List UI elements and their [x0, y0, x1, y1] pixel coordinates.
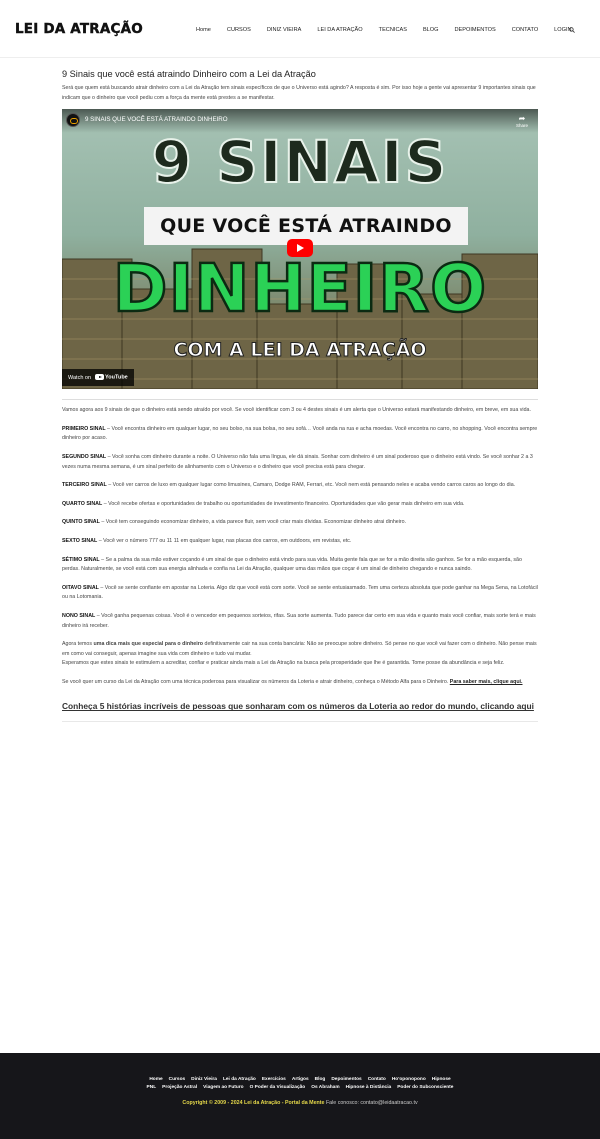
signal-text: – Você sonha com dinheiro durante a noit… — [62, 453, 533, 470]
signal-paragraph: SÉTIMO SINAL – Se a palma da sua mão est… — [62, 556, 538, 575]
lottery-stories-link[interactable]: Conheça 5 histórias incríveis de pessoas… — [62, 701, 538, 711]
thumb-line-4: COM A LEI DA ATRAÇÃO — [173, 339, 427, 362]
watch-on-youtube-button[interactable]: Watch on YouTube — [62, 369, 134, 387]
signal-label: PRIMEIRO SINAL — [62, 425, 106, 432]
course-paragraph: Se você quer um curso da Lei da Atração … — [62, 678, 538, 688]
signal-text: – Você se sente confiante em apostar na … — [62, 584, 538, 601]
footer-links-row-2: PNL Projeção Astral Viagem ao Futuro O Pode… — [0, 1085, 600, 1090]
share-button[interactable]: ➦ Share — [516, 114, 528, 128]
footer-link[interactable]: Os Abraham — [311, 1085, 339, 1090]
nav-lei-da-atracao[interactable]: Lei da Atração — [309, 27, 370, 33]
footer-link[interactable]: Viagem ao Futuro — [203, 1085, 243, 1090]
signal-label: SEXTO SINAL — [62, 537, 98, 544]
signal-paragraph: SEXTO SINAL – Você ver o número 777 ou 1… — [62, 537, 538, 547]
tip-bold: uma dica mais que especial para o dinhei… — [93, 641, 204, 648]
main-nav: Home Cursos Diniz Vieira Lei da Atração … — [188, 25, 580, 35]
signal-paragraph: PRIMEIRO SINAL – Você encontra dinheiro … — [62, 425, 538, 444]
footer-link[interactable]: Hipnose à Distância — [346, 1085, 392, 1090]
nav-tecnicas[interactable]: Tecnicas — [371, 27, 415, 33]
thumb-line-3: DINHEIRO — [112, 249, 488, 329]
course-link[interactable]: Para saber mais, clique aqui. — [450, 679, 523, 685]
nav-home[interactable]: Home — [188, 27, 219, 33]
signal-paragraph: OITAVO SINAL – Você se sente confiante e… — [62, 584, 538, 603]
youtube-play-icon — [95, 374, 105, 381]
nav-diniz-vieira[interactable]: Diniz Vieira — [259, 27, 310, 33]
signal-label: TERCEIRO SINAL — [62, 482, 107, 489]
youtube-logo: YouTube — [95, 374, 128, 381]
divider — [62, 721, 538, 723]
course-text: Se você quer um curso da Lei da Atração … — [62, 678, 450, 685]
footer-link[interactable]: Blog — [315, 1077, 326, 1082]
footer-link[interactable]: Exercícios — [262, 1077, 286, 1082]
signal-label: QUARTO SINAL — [62, 500, 103, 507]
footer-link[interactable]: Artigos — [292, 1077, 309, 1082]
hope-paragraph: Esperamos que estes sinais te estimulem … — [62, 660, 505, 667]
signal-label: NONO SINAL — [62, 612, 96, 619]
site-header: LEI DA ATRAÇÃO Home Cursos Diniz Vieira … — [0, 0, 600, 58]
footer-link[interactable]: Projeção Astral — [162, 1085, 197, 1090]
footer-link[interactable]: Diniz Vieira — [191, 1077, 217, 1082]
divider — [62, 399, 538, 401]
footer-link[interactable]: Lei da Atração — [223, 1077, 256, 1082]
article-intro: Será que quem está buscando atrair dinhe… — [62, 85, 536, 101]
article-title: 9 Sinais que você está atraindo Dinheiro… — [62, 69, 316, 79]
footer-link[interactable]: Contato — [368, 1077, 386, 1082]
watch-on-label: Watch on — [68, 374, 92, 381]
youtube-video-embed[interactable]: 9 SINAIS QUE VOCÊ ESTÁ ATRAINDO DINHEIRO… — [62, 109, 538, 390]
signals-list: PRIMEIRO SINAL – Você encontra dinheiro … — [62, 425, 538, 631]
signal-text: – Você ver o número 777 ou 11 11 em qual… — [97, 537, 352, 544]
footer-links-row-1: Home Cursos Diniz Vieira Lei da Atração Exer… — [0, 1077, 600, 1082]
footer-link[interactable]: O Poder da Visualização — [250, 1085, 306, 1090]
copyright-text: Copyright © 2009 - 2024 Lei da Atração -… — [182, 1100, 325, 1106]
signal-paragraph: TERCEIRO SINAL – Você ver carros de luxo… — [62, 481, 538, 491]
search-icon[interactable] — [569, 27, 575, 33]
signal-text: – Se a palma da sua mão estiver coçando … — [62, 556, 522, 573]
signal-label: SÉTIMO SINAL — [62, 556, 100, 563]
signal-label: SEGUNDO SINAL — [62, 453, 107, 460]
play-button-icon[interactable] — [287, 239, 313, 258]
signal-paragraph: SEGUNDO SINAL – Você sonha com dinheiro … — [62, 453, 538, 472]
signal-paragraph: QUINTO SINAL – Você tem conseguindo econ… — [62, 518, 538, 528]
signal-text: – Você ganha pequenas coisas. Você é o v… — [62, 612, 536, 629]
nav-blog[interactable]: Blog — [415, 27, 447, 33]
footer-link[interactable]: Depoimentos — [331, 1077, 361, 1082]
signal-text: – Você recebe ofertas e oportunidades de… — [102, 500, 465, 507]
signal-text: – Você tem conseguindo economizar dinhei… — [99, 519, 407, 526]
signal-text: – Você encontra dinheiro em qualquer lug… — [62, 425, 538, 442]
youtube-wordmark: YouTube — [105, 374, 128, 381]
tip-pre: Agora temos — [62, 641, 94, 648]
site-logo[interactable]: LEI DA ATRAÇÃO — [15, 21, 143, 37]
share-label: Share — [515, 123, 528, 129]
nav-contato[interactable]: Contato — [504, 27, 546, 33]
footer-link[interactable]: Ho'oponopono — [392, 1077, 426, 1082]
video-title[interactable]: 9 SINAIS QUE VOCÊ ESTÁ ATRAINDO DINHEIRO — [85, 116, 228, 123]
site-footer: Home Cursos Diniz Vieira Lei da Atração Exer… — [0, 1053, 600, 1139]
footer-link[interactable]: Poder do Subconsciente — [397, 1085, 453, 1090]
signal-label: QUINTO SINAL — [62, 519, 100, 526]
footer-link[interactable]: Cursos — [169, 1077, 186, 1082]
signal-paragraph: NONO SINAL – Você ganha pequenas coisas.… — [62, 612, 538, 631]
copyright: Copyright © 2009 - 2024 Lei da Atração -… — [0, 1100, 600, 1106]
signal-label: OITAVO SINAL — [62, 584, 99, 591]
article: 9 Sinais que você está atraindo Dinheiro… — [62, 68, 538, 723]
footer-link[interactable]: PNL — [147, 1085, 157, 1090]
share-icon: ➦ — [518, 114, 526, 124]
signal-paragraph: QUARTO SINAL – Você recebe ofertas e opo… — [62, 500, 538, 510]
article-lead: Vamos agora aos 9 sinais de que o dinhei… — [62, 407, 531, 414]
thumb-line-1: 9 SINAIS — [151, 127, 449, 197]
nav-cursos[interactable]: Cursos — [219, 27, 259, 33]
contact-email[interactable]: Fale conosco: contato@leidaatracao.tv — [324, 1100, 418, 1106]
footer-link[interactable]: Home — [149, 1077, 162, 1082]
tip-paragraph: Agora temos uma dica mais que especial p… — [62, 640, 538, 659]
footer-link[interactable]: Hipnose — [432, 1077, 451, 1082]
nav-depoimentos[interactable]: Depoimentos — [447, 27, 504, 33]
signal-text: – Você ver carros de luxo em qualquer lu… — [106, 482, 516, 489]
